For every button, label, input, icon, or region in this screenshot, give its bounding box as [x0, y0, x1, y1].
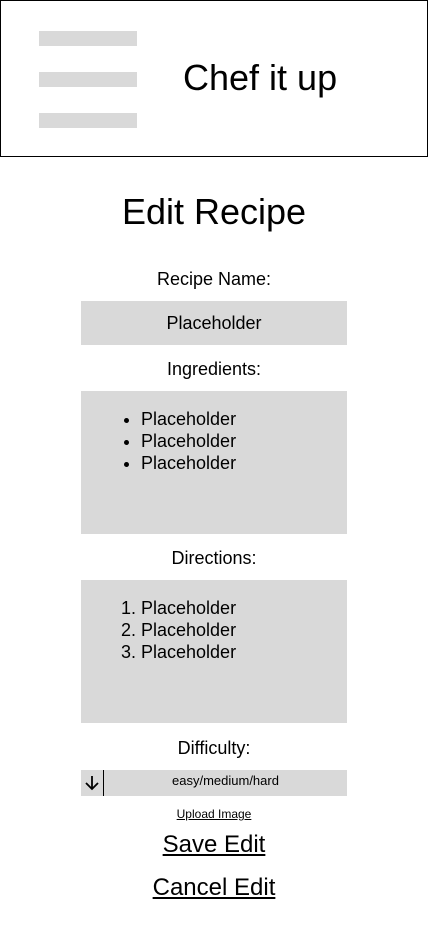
arrow-down-icon[interactable] [81, 770, 104, 796]
upload-image-link[interactable]: Upload Image [177, 807, 252, 821]
menu-bar-top [39, 31, 137, 46]
recipe-name-input[interactable]: Placeholder [81, 301, 347, 345]
menu-bar-middle [39, 72, 137, 87]
difficulty-select[interactable]: easy/medium/hard [81, 770, 347, 796]
cancel-edit-button[interactable]: Cancel Edit [153, 874, 276, 901]
arrow-down-icon-graphic [85, 776, 99, 791]
ingredients-input[interactable]: Placeholder Placeholder Placeholder [81, 391, 347, 534]
upload-image-row: Upload Image [0, 806, 428, 822]
direction-item: Placeholder [141, 619, 347, 641]
cancel-edit-row: Cancel Edit [0, 873, 428, 903]
save-edit-button[interactable]: Save Edit [163, 831, 266, 858]
page-title: Edit Recipe [121, 191, 307, 232]
hamburger-menu-icon[interactable] [39, 31, 137, 128]
directions-input[interactable]: Placeholder Placeholder Placeholder [81, 580, 347, 723]
ingredients-list: Placeholder Placeholder Placeholder [81, 408, 347, 474]
difficulty-label: Difficulty: [177, 738, 251, 758]
directions-list: Placeholder Placeholder Placeholder [81, 597, 347, 663]
ingredients-label: Ingredients: [166, 359, 262, 379]
menu-bar-bottom [39, 113, 137, 128]
difficulty-selected-value: easy/medium/hard [172, 773, 279, 788]
app-header: Chef it up [0, 0, 428, 157]
directions-label: Directions: [171, 548, 257, 568]
ingredient-item: Placeholder [141, 452, 347, 474]
direction-item: Placeholder [141, 641, 347, 663]
direction-item: Placeholder [141, 597, 347, 619]
ingredient-item: Placeholder [141, 430, 347, 452]
recipe-name-label: Recipe Name: [156, 269, 272, 289]
ingredient-item: Placeholder [141, 408, 347, 430]
app-title: Chef it up [183, 57, 338, 98]
save-edit-row: Save Edit [0, 830, 428, 860]
